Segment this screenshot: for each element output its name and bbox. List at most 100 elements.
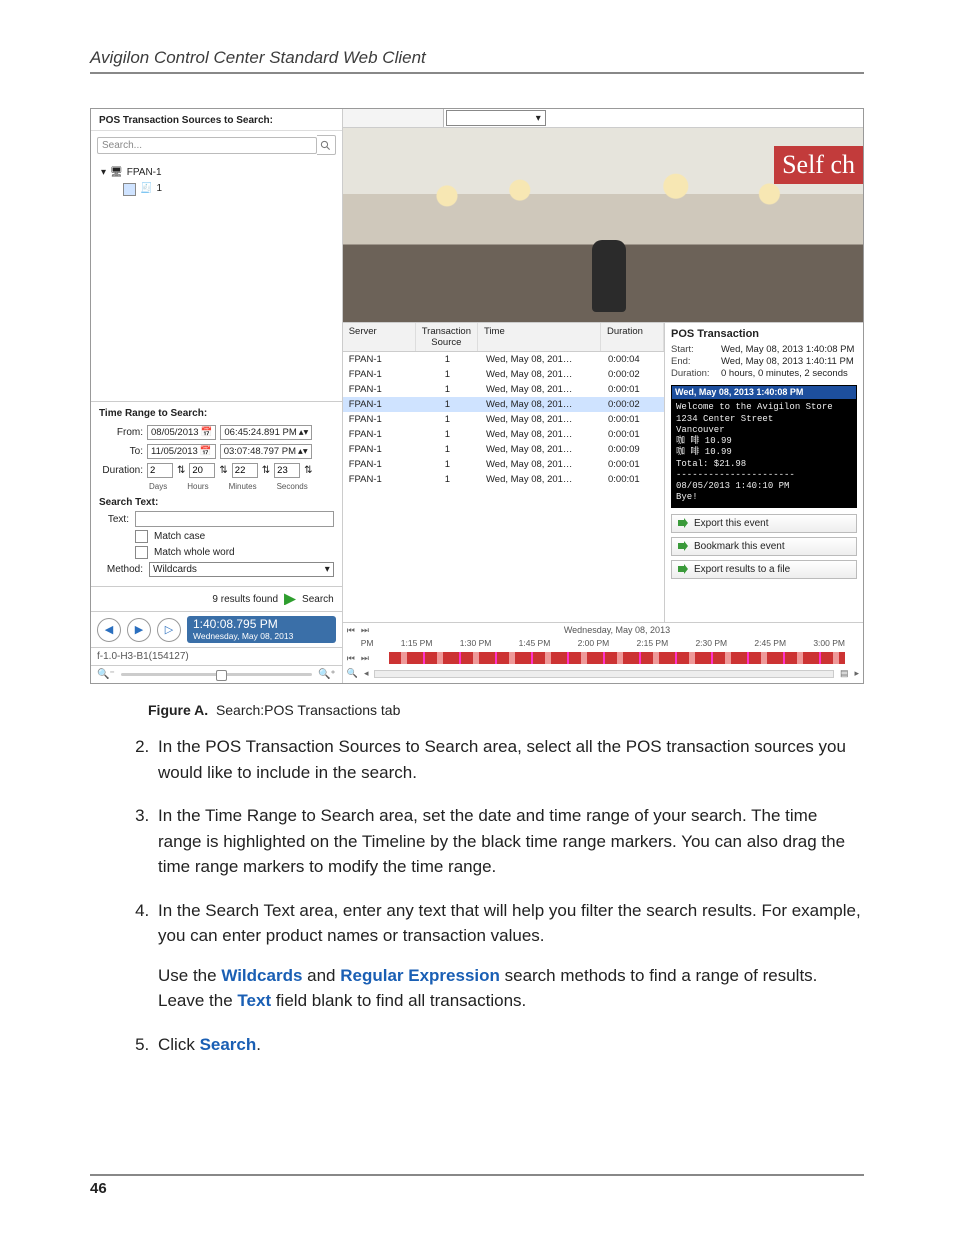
search-text-label: Search Text: xyxy=(99,497,158,508)
col-duration[interactable]: Duration xyxy=(601,323,664,351)
from-time-input[interactable]: 06:45:24.891 PM ▴▾ xyxy=(220,425,312,440)
table-row[interactable]: FPAN-11Wed, May 08, 201…0:00:02 xyxy=(343,367,664,382)
seconds-label: Seconds xyxy=(277,482,308,491)
zoom-slider[interactable] xyxy=(121,673,312,676)
match-whole-checkbox[interactable] xyxy=(135,546,148,559)
action-button[interactable]: Export results to a file xyxy=(671,560,857,579)
duration-hours[interactable] xyxy=(189,463,215,478)
timeline-tick: 1:45 PM xyxy=(519,638,551,648)
tree-child-label: 1 xyxy=(156,181,162,197)
timestamp-time: 1:40:08.795 PM xyxy=(193,618,330,631)
days-label: Days xyxy=(149,482,167,491)
table-row[interactable]: FPAN-11Wed, May 08, 201…0:00:01 xyxy=(343,457,664,472)
prev-button[interactable]: ◀ xyxy=(97,618,121,642)
arrow-icon xyxy=(678,518,688,528)
calendar-icon[interactable]: 📅 xyxy=(201,427,213,438)
table-row[interactable]: FPAN-11Wed, May 08, 201…0:00:01 xyxy=(343,382,664,397)
tree-child[interactable]: 🧾 1 xyxy=(101,181,332,197)
tree-root-label: FPAN-1 xyxy=(127,165,162,181)
method-select[interactable]: Wildcards▾ xyxy=(149,562,334,577)
details-title: POS Transaction xyxy=(671,328,857,340)
zoom-in-icon[interactable]: 🔍⁺ xyxy=(318,669,336,680)
results-table: Server Transaction Source Time Duration … xyxy=(343,323,664,622)
minutes-label: Minutes xyxy=(229,482,257,491)
server-icon: 🖥 xyxy=(110,165,123,181)
timeline-first-icon[interactable]: ⏮ xyxy=(347,625,355,636)
timeline-tick: 1:15 PM xyxy=(401,638,433,648)
action-button[interactable]: Bookmark this event xyxy=(671,537,857,556)
play-icon xyxy=(284,593,296,605)
transaction-details: POS Transaction Start: Wed, May 08, 2013 … xyxy=(664,323,863,622)
layout-dropdown[interactable]: ▾ xyxy=(446,110,546,126)
receipt-line: 08/05/2013 1:40:10 PM xyxy=(676,481,852,492)
receipt-line: Welcome to the Avigilon Store xyxy=(676,402,852,413)
receipt-line: ---------------------- xyxy=(676,470,852,481)
timeline-tick: 2:00 PM xyxy=(578,638,610,648)
receipt-line: Bye! xyxy=(676,492,852,503)
timeline-date: Wednesday, May 08, 2013 xyxy=(375,625,859,635)
zoom-out-icon[interactable]: 🔍⁻ xyxy=(97,669,115,680)
play-button[interactable]: ▶ xyxy=(127,618,151,642)
timeline-bar[interactable] xyxy=(389,652,845,664)
tree-root[interactable]: ▾ 🖥 FPAN-1 xyxy=(101,165,332,181)
spinner-icon[interactable]: ▴▾ xyxy=(299,427,309,438)
panel-handle[interactable] xyxy=(343,109,444,127)
table-row[interactable]: FPAN-11Wed, May 08, 201…0:00:01 xyxy=(343,472,664,487)
search-text-input[interactable] xyxy=(135,511,334,527)
video-preview[interactable]: Self ch xyxy=(343,128,863,322)
table-row[interactable]: FPAN-11Wed, May 08, 201…0:00:01 xyxy=(343,412,664,427)
timeline-last-icon[interactable]: ⏭ xyxy=(361,625,369,636)
spinner-icon[interactable]: ▴▾ xyxy=(298,446,308,457)
time-range-panel: Time Range to Search: From: 08/05/2013 📅… xyxy=(91,401,342,586)
search-button[interactable]: Search xyxy=(302,594,334,605)
timeline-scrollbar[interactable] xyxy=(374,670,833,678)
table-row[interactable]: FPAN-11Wed, May 08, 201…0:00:02 xyxy=(343,397,664,412)
timeline-next-icon[interactable]: ⏭ xyxy=(361,653,369,664)
col-source[interactable]: Transaction Source xyxy=(416,323,478,351)
checkbox-icon[interactable] xyxy=(123,183,136,196)
table-row[interactable]: FPAN-11Wed, May 08, 201…0:00:09 xyxy=(343,442,664,457)
to-date-input[interactable]: 11/05/2013 📅 xyxy=(147,444,216,459)
instruction-4: In the Search Text area, enter any text … xyxy=(154,898,864,1014)
playback-controls: ◀ ▶ ▷ 1:40:08.795 PM Wednesday, May 08, … xyxy=(91,611,342,647)
chevron-down-icon: ▾ xyxy=(536,113,541,124)
timeline-menu-icon[interactable]: ▤ xyxy=(840,668,849,679)
col-server[interactable]: Server xyxy=(343,323,416,351)
hours-label: Hours xyxy=(187,482,208,491)
timeline-tick: 2:30 PM xyxy=(695,638,727,648)
from-date-input[interactable]: 08/05/2013 📅 xyxy=(147,425,216,440)
figure-caption: Figure A. Search:POS Transactions tab xyxy=(148,702,864,718)
device-id: f-1.0-H3-B1(154127) xyxy=(91,647,342,665)
action-button[interactable]: Export this event xyxy=(671,514,857,533)
timeline-zoom-icon[interactable]: 🔍 xyxy=(347,668,358,679)
receipt-line: Total: $21.98 xyxy=(676,459,852,470)
chevron-down-icon: ▾ xyxy=(325,564,330,575)
dur-value: 0 hours, 0 minutes, 2 seconds xyxy=(721,368,848,379)
receipt-line: Vancouver xyxy=(676,425,852,436)
instruction-list: In the POS Transaction Sources to Search… xyxy=(90,734,864,1057)
to-time-input[interactable]: 03:07:48.797 PM ▴▾ xyxy=(220,444,312,459)
pos-icon: 🧾 xyxy=(140,181,152,197)
duration-minutes[interactable] xyxy=(232,463,258,478)
search-icon[interactable] xyxy=(317,135,336,155)
col-time[interactable]: Time xyxy=(478,323,601,351)
source-search-input[interactable]: Search... xyxy=(97,137,317,154)
timeline-prev-icon[interactable]: ⏮ xyxy=(347,653,355,664)
table-row[interactable]: FPAN-11Wed, May 08, 201…0:00:01 xyxy=(343,427,664,442)
duration-seconds[interactable] xyxy=(274,463,300,478)
collapse-icon[interactable]: ▾ xyxy=(101,165,106,181)
table-row[interactable]: FPAN-11Wed, May 08, 201…0:00:04 xyxy=(343,352,664,367)
receipt-line: 1234 Center Street xyxy=(676,414,852,425)
match-case-checkbox[interactable] xyxy=(135,530,148,543)
from-label: From: xyxy=(99,427,143,438)
duration-days[interactable] xyxy=(147,463,173,478)
source-tree: ▾ 🖥 FPAN-1 🧾 1 xyxy=(91,159,342,401)
next-button[interactable]: ▷ xyxy=(157,618,181,642)
receipt-header: Wed, May 08, 2013 1:40:08 PM xyxy=(672,386,856,399)
calendar-icon[interactable]: 📅 xyxy=(200,446,212,457)
timeline[interactable]: ⏮⏭ Wednesday, May 08, 2013 PM1:15 PM1:30… xyxy=(343,622,863,683)
timeline-tick: 2:45 PM xyxy=(754,638,786,648)
start-label: Start: xyxy=(671,344,715,355)
duration-label: Duration: xyxy=(99,465,143,476)
arrow-icon xyxy=(678,541,688,551)
